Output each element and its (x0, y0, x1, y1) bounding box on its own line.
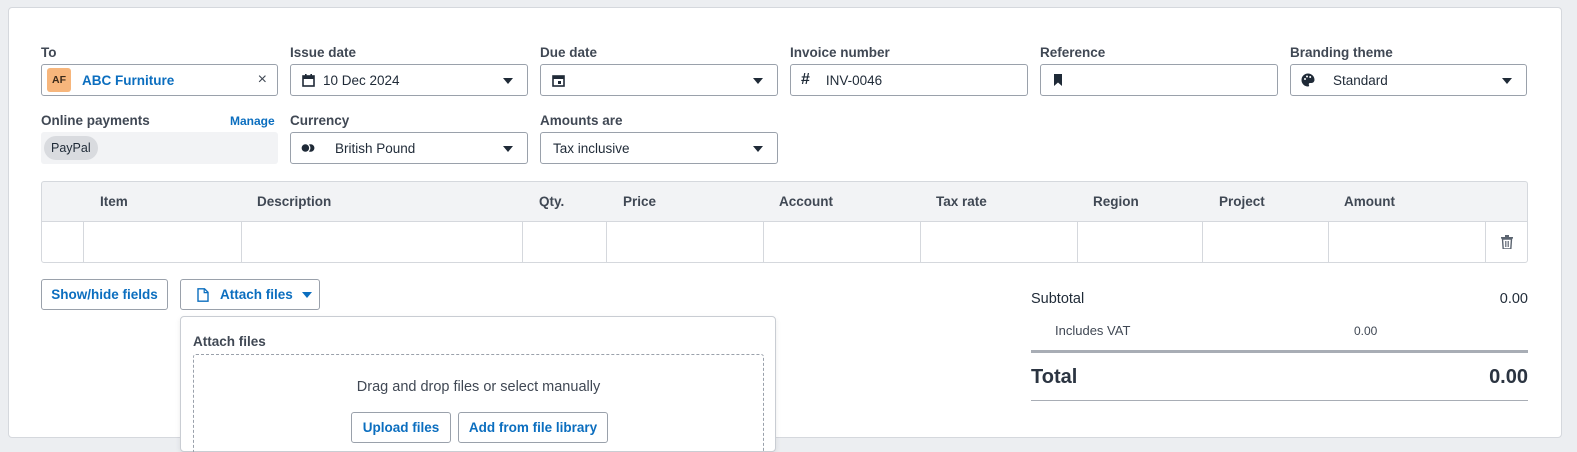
chevron-down-icon (503, 146, 513, 152)
chevron-down-icon (753, 146, 763, 152)
column-header-price: Price (623, 194, 657, 209)
attach-files-title: Attach files (193, 334, 266, 349)
attach-files-panel: Attach files Drag and drop files or sele… (180, 316, 776, 452)
hash-icon: # (801, 71, 810, 88)
cell-description[interactable] (241, 222, 522, 262)
issue-date-label: Issue date (290, 45, 357, 60)
column-header-account: Account (779, 194, 833, 209)
cell-amount[interactable] (1328, 222, 1485, 262)
calendar-icon (301, 73, 315, 87)
online-payments-area: PayPal (41, 132, 278, 164)
column-header-tax-rate: Tax rate (936, 194, 987, 209)
branding-theme-select[interactable]: Standard (1290, 64, 1527, 96)
cell-region[interactable] (1077, 222, 1202, 262)
due-date-field[interactable] (540, 64, 778, 96)
chevron-down-icon (1502, 78, 1512, 84)
paypal-chip[interactable]: PayPal (44, 136, 98, 160)
currency-value: British Pound (335, 140, 416, 156)
currency-select[interactable]: British Pound (290, 132, 528, 164)
column-header-project: Project (1219, 194, 1265, 209)
palette-icon (1301, 73, 1315, 87)
cell-item[interactable] (83, 222, 241, 262)
manage-link[interactable]: Manage (230, 114, 275, 128)
upload-files-button[interactable]: Upload files (351, 412, 451, 443)
add-from-file-library-button[interactable]: Add from file library (458, 412, 608, 443)
column-header-item: Item (100, 194, 128, 209)
due-date-label: Due date (540, 45, 598, 60)
drop-zone[interactable]: Drag and drop files or select manually U… (193, 354, 764, 452)
online-payments-label: Online payments (41, 113, 150, 128)
branding-theme-label: Branding theme (1290, 45, 1393, 60)
attach-files-button[interactable]: Attach files (180, 279, 320, 310)
total-label: Total (1031, 366, 1078, 388)
currency-label: Currency (290, 113, 350, 128)
table-row (41, 221, 1528, 263)
to-label: To (41, 45, 57, 60)
cell-price[interactable] (606, 222, 763, 262)
to-contact-field[interactable]: AF ABC Furniture × (41, 64, 278, 96)
amounts-are-select[interactable]: Tax inclusive (540, 132, 778, 164)
amounts-are-value: Tax inclusive (553, 140, 630, 156)
chevron-down-icon (503, 78, 513, 84)
subtotal-label: Subtotal (1031, 291, 1085, 307)
branding-theme-value: Standard (1333, 72, 1388, 88)
clear-icon[interactable]: × (258, 71, 267, 89)
contact-name: ABC Furniture (82, 72, 175, 88)
show-hide-fields-button[interactable]: Show/hide fields (41, 279, 168, 310)
cell-account[interactable] (763, 222, 920, 262)
line-items-header: Item Description Qty. Price Account Tax … (41, 181, 1528, 221)
trash-icon (1500, 235, 1513, 249)
cell-tax-rate[interactable] (920, 222, 1077, 262)
reference-field[interactable] (1040, 64, 1278, 96)
calendar-icon (551, 73, 565, 87)
issue-date-field[interactable]: 10 Dec 2024 (290, 64, 528, 96)
invoice-number-value: INV-0046 (825, 72, 883, 88)
cell-project[interactable] (1202, 222, 1328, 262)
invoice-number-field[interactable]: # INV-0046 (790, 64, 1028, 96)
reference-label: Reference (1040, 45, 1106, 60)
issue-date-value: 10 Dec 2024 (323, 72, 400, 88)
delete-row-button[interactable] (1485, 222, 1527, 262)
chevron-down-icon (753, 78, 763, 84)
bookmark-icon (1051, 73, 1065, 87)
file-icon (197, 287, 209, 302)
column-header-amount: Amount (1344, 194, 1395, 209)
amounts-are-label: Amounts are (540, 113, 623, 128)
column-header-qty: Qty. (539, 194, 565, 209)
column-header-region: Region (1093, 194, 1139, 209)
attach-files-label: Attach files (220, 287, 293, 302)
chevron-down-icon (301, 291, 312, 298)
cell-qty[interactable] (522, 222, 606, 262)
currency-toggle-icon (301, 141, 315, 155)
drop-zone-text: Drag and drop files or select manually (356, 379, 601, 395)
totals-divider (1031, 350, 1528, 353)
total-underline (1031, 400, 1528, 401)
includes-vat-value: 0.00 (1354, 324, 1378, 338)
total-value: 0.00 (1489, 366, 1528, 388)
column-header-description: Description (257, 194, 332, 209)
invoice-number-label: Invoice number (790, 45, 890, 60)
contact-avatar: AF (47, 68, 71, 92)
subtotal-value: 0.00 (1499, 291, 1528, 307)
includes-vat-label: Includes VAT (1055, 323, 1131, 338)
